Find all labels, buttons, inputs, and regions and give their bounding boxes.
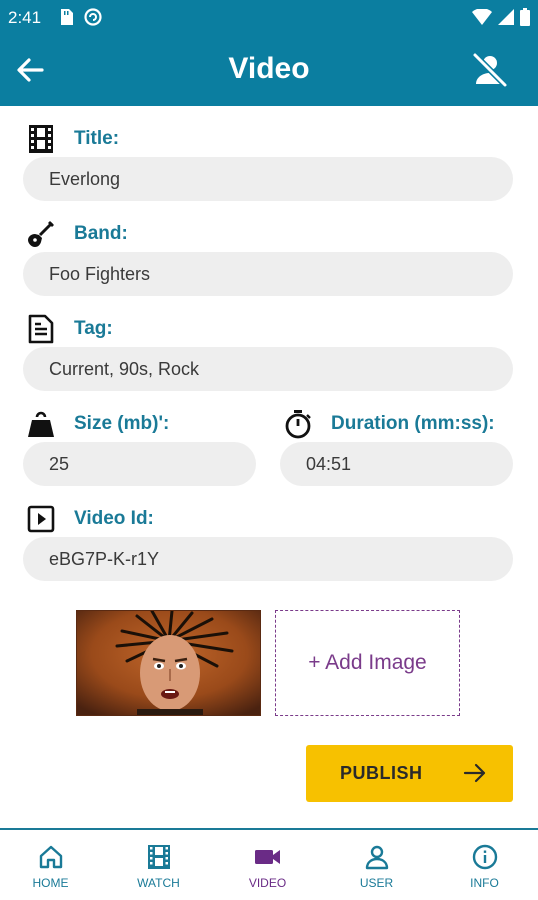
video-id-label-text: Video Id: [74, 508, 154, 529]
sync-icon [84, 8, 102, 26]
play-box-icon [26, 504, 56, 534]
band-label-text: Band: [74, 223, 128, 244]
band-input[interactable]: Foo Fighters [23, 252, 513, 296]
sd-card-icon [61, 9, 73, 25]
bottom-navigation: HOME WATCH VIDEO USER INFO [0, 828, 538, 900]
nav-item-user[interactable]: USER [323, 830, 430, 900]
add-image-button[interactable]: + Add Image [275, 610, 460, 716]
duration-input[interactable]: 04:51 [280, 442, 513, 486]
tag-input[interactable]: Current, 90s, Rock [23, 347, 513, 391]
document-icon [26, 314, 56, 344]
status-right-icons [472, 8, 530, 26]
signal-icon [498, 9, 514, 25]
nav-item-info[interactable]: INFO [431, 830, 538, 900]
arrow-forward-icon [463, 763, 486, 783]
nav-label-info: INFO [470, 876, 499, 890]
tag-label-text: Tag: [74, 318, 113, 339]
wifi-icon [472, 9, 492, 25]
title-label-text: Title: [74, 128, 120, 149]
nav-item-home[interactable]: HOME [0, 830, 104, 900]
nav-label-video: VIDEO [248, 876, 287, 890]
person-off-icon [472, 52, 508, 88]
size-input[interactable]: 25 [23, 442, 256, 486]
title-input[interactable]: Everlong [23, 157, 513, 201]
size-label-text: Size (mb)': [74, 413, 170, 434]
page-title: Video [228, 52, 310, 85]
app-bar: Video [0, 34, 538, 106]
title-label: Title: [26, 124, 119, 154]
publish-button[interactable]: PUBLISH [306, 745, 513, 802]
nav-item-video[interactable]: VIDEO [214, 830, 321, 900]
home-icon [39, 845, 62, 869]
status-bar: 2:41 [0, 0, 538, 34]
video-id-label: Video Id: [26, 504, 154, 534]
status-left-icons [58, 8, 102, 26]
band-label: Band: [26, 219, 128, 249]
battery-icon [520, 8, 530, 26]
video-id-input[interactable]: eBG7P-K-r1Y [23, 537, 513, 581]
film-icon [147, 845, 170, 869]
thumbnail-image[interactable] [76, 610, 261, 716]
logout-button[interactable] [470, 52, 510, 88]
nav-label-home: HOME [32, 876, 69, 890]
status-time: 2:41 [8, 8, 42, 27]
size-label: Size (mb)': [26, 409, 169, 439]
user-icon [365, 845, 388, 870]
duration-label: Duration (mm:ss): [283, 409, 495, 439]
nav-label-user: USER [359, 876, 394, 890]
info-icon [472, 844, 497, 870]
weight-icon [26, 409, 56, 439]
film-icon [26, 124, 56, 154]
videocam-icon [254, 850, 280, 864]
tag-label: Tag: [26, 314, 113, 344]
duration-label-text: Duration (mm:ss): [331, 413, 495, 434]
nav-item-watch[interactable]: WATCH [105, 830, 212, 900]
timer-icon [283, 409, 313, 439]
guitar-icon [26, 219, 56, 249]
nav-label-watch: WATCH [137, 876, 180, 890]
publish-label: PUBLISH [340, 763, 423, 783]
